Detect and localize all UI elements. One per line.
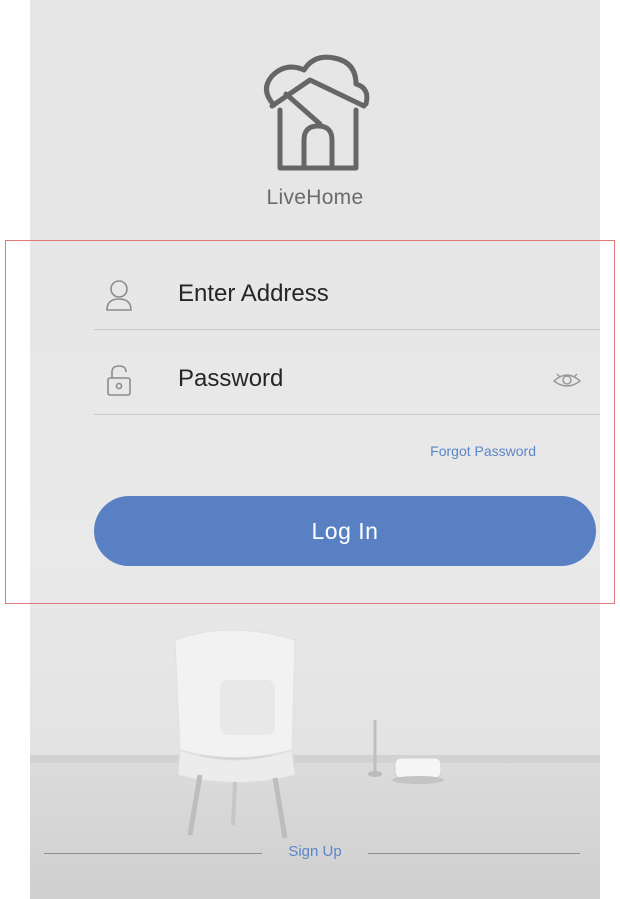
password-field[interactable]: Password (94, 355, 600, 415)
sign-up-link-text[interactable]: Sign Up (288, 843, 341, 860)
eye-icon[interactable] (552, 369, 582, 391)
forgot-password-link[interactable]: Forgot Password (430, 443, 536, 459)
address-field[interactable]: Enter Address (94, 270, 600, 330)
address-input-text: Enter Address (178, 280, 329, 307)
user-icon (106, 280, 132, 311)
lock-icon (107, 365, 131, 396)
login-screen: LiveHome Enter Address Password Forgot P… (30, 0, 600, 899)
password-input-text: Password (178, 365, 284, 392)
brand-name: LiveHome (266, 186, 364, 209)
livehome-logo-icon (264, 54, 370, 171)
login-button[interactable]: Log In (94, 496, 596, 566)
sign-up-link: Sign Up (30, 843, 600, 860)
